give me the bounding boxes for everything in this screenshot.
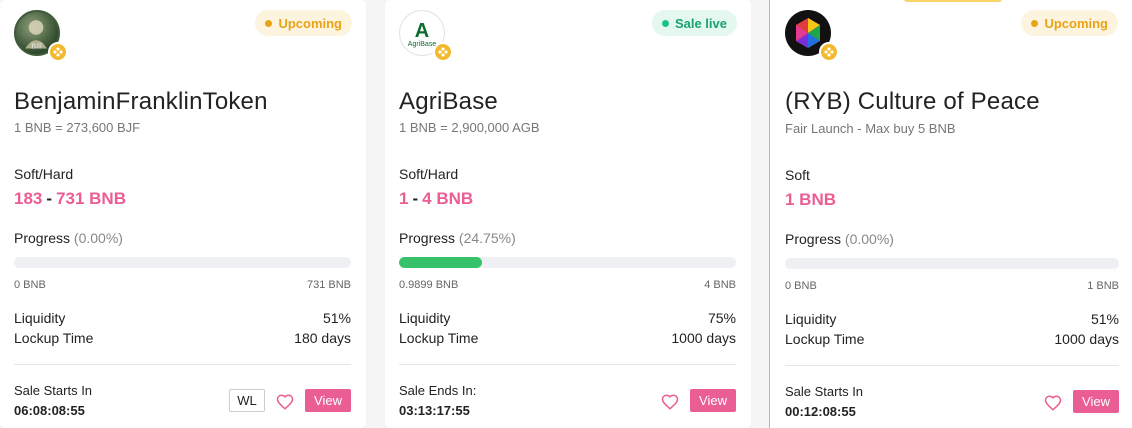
cap-value: 1-4 BNB [399, 189, 473, 209]
heart-icon[interactable] [1044, 394, 1062, 412]
progress-max: 731 BNB [306, 279, 351, 291]
cap-value: 183-731 BNB [14, 189, 126, 209]
lockup-value: 180 days [294, 330, 351, 346]
status-label: Sale live [674, 15, 727, 31]
liquidity-value: 51% [322, 310, 351, 326]
soft-cap: 183 [14, 189, 43, 208]
status-badge: Sale live [651, 10, 737, 36]
progress-bar [14, 257, 351, 268]
status-label: Upcoming [1044, 15, 1108, 31]
cap-label: Soft/Hard [14, 166, 74, 182]
heart-icon[interactable] [661, 393, 679, 411]
status-dot-icon [1031, 19, 1039, 27]
project-description: Fair Launch - Max buy 5 BNB [785, 121, 956, 136]
launchpad-card[interactable]: A AgriBase Sale live AgriBase 1 BNB = 2,… [385, 0, 751, 428]
countdown-timer: 03:13:17:55 [399, 403, 470, 418]
hard-cap: 731 BNB [56, 189, 126, 208]
view-button[interactable]: View [690, 389, 736, 412]
logo-text: AgriBase [407, 41, 437, 48]
status-dot-icon [265, 19, 273, 27]
divider [785, 365, 1119, 366]
project-rate: 1 BNB = 2,900,000 AGB [399, 120, 540, 135]
status-badge: Upcoming [1021, 10, 1118, 36]
divider [14, 364, 351, 365]
liquidity-value: 75% [707, 310, 736, 326]
status-label: Upcoming [278, 15, 342, 31]
liquidity-value: 51% [1090, 311, 1119, 327]
highlight-strip [904, 0, 1002, 2]
progress-min: 0 BNB [14, 279, 46, 291]
progress-fill [399, 257, 483, 268]
sale-time-label: Sale Starts In [785, 384, 864, 399]
status-dot-icon [661, 19, 669, 27]
soft-cap: 1 [399, 189, 409, 208]
hard-cap: 4 BNB [422, 189, 474, 208]
progress-percent: (24.75%) [458, 230, 516, 246]
liquidity-label: Liquidity [14, 310, 66, 326]
progress-max: 4 BNB [704, 279, 736, 291]
logo-text: BJF [31, 42, 43, 51]
liquidity-label: Liquidity [399, 310, 451, 326]
view-button[interactable]: View [305, 389, 351, 412]
cap-label: Soft [785, 167, 810, 183]
heart-icon[interactable] [276, 393, 294, 411]
countdown-timer: 00:12:08:55 [785, 404, 856, 419]
progress-min: 0 BNB [785, 280, 817, 292]
progress-label: Progress (24.75%) [399, 230, 516, 246]
progress-percent: (0.00%) [73, 230, 123, 246]
countdown-timer: 06:08:08:55 [14, 403, 85, 418]
bnb-icon [433, 42, 453, 62]
progress-percent: (0.00%) [844, 231, 894, 247]
project-title[interactable]: BenjaminFranklinToken [14, 88, 268, 116]
lockup-label: Lockup Time [14, 330, 94, 346]
progress-label: Progress (0.00%) [785, 231, 894, 247]
sale-time-label: Sale Starts In [14, 383, 93, 398]
lockup-value: 1000 days [1054, 331, 1119, 347]
cap-separator: - [46, 189, 53, 208]
project-rate: 1 BNB = 273,600 BJF [14, 120, 141, 135]
sale-time-label: Sale Ends In: [399, 383, 477, 398]
soft-cap: 1 BNB [785, 190, 837, 209]
lockup-label: Lockup Time [785, 331, 865, 347]
status-badge: Upcoming [255, 10, 352, 36]
cap-separator: - [412, 189, 419, 208]
liquidity-label: Liquidity [785, 311, 837, 327]
progress-bar [399, 257, 736, 268]
project-logo: A AgriBase [399, 10, 453, 62]
lockup-value: 1000 days [671, 330, 736, 346]
launchpad-card[interactable]: BJF Upcoming BenjaminFranklinToken 1 BNB… [0, 0, 366, 428]
project-logo: BJF [14, 10, 68, 62]
divider [399, 364, 736, 365]
bnb-icon [48, 42, 68, 62]
project-title[interactable]: AgriBase [399, 88, 498, 116]
cap-value: 1 BNB [785, 190, 836, 210]
view-button[interactable]: View [1073, 390, 1119, 413]
progress-label: Progress (0.00%) [14, 230, 123, 246]
lockup-label: Lockup Time [399, 330, 479, 346]
cap-label: Soft/Hard [399, 166, 459, 182]
project-title[interactable]: (RYB) Culture of Peace [785, 88, 1040, 116]
logo-mark: A [414, 20, 430, 42]
progress-bar [785, 258, 1119, 269]
progress-max: 1 BNB [1087, 280, 1119, 292]
launchpad-card[interactable]: Upcoming (RYB) Culture of Peace Fair Lau… [769, 0, 1132, 428]
whitelist-button[interactable]: WL [229, 389, 265, 412]
project-logo [785, 10, 839, 62]
bnb-icon [819, 42, 839, 62]
progress-min: 0.9899 BNB [399, 279, 459, 291]
